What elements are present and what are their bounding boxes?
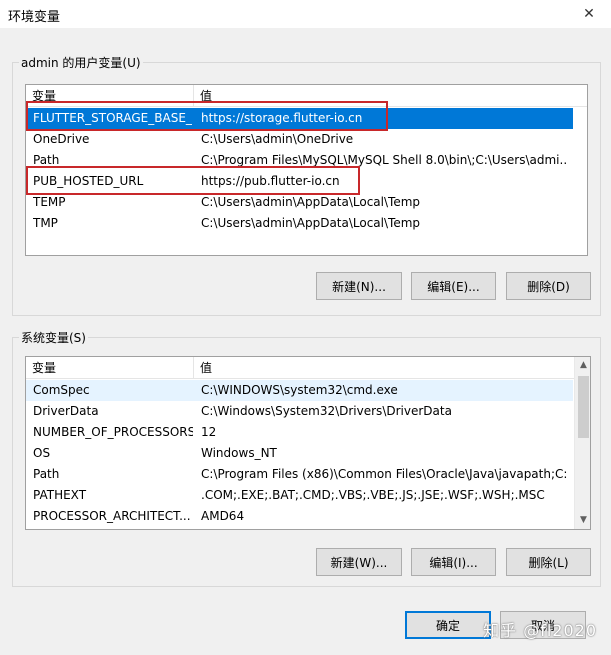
- table-row[interactable]: OneDrive C:\Users\admin\OneDrive: [26, 129, 573, 150]
- user-delete-button[interactable]: 删除(D): [506, 272, 591, 300]
- variable-value: .COM;.EXE;.BAT;.CMD;.VBS;.VBE;.JS;.JSE;.…: [201, 488, 545, 502]
- variable-value: C:\Program Files\MySQL\MySQL Shell 8.0\b…: [201, 153, 568, 167]
- table-row[interactable]: TEMP C:\Users\admin\AppData\Local\Temp: [26, 192, 573, 213]
- variable-value: 12: [201, 425, 217, 439]
- table-row[interactable]: NUMBER_OF_PROCESSORS 12: [26, 422, 573, 443]
- variable-name: TMP: [33, 216, 58, 230]
- table-row[interactable]: PROCESSOR_ARCHITECT... AMD64: [26, 506, 573, 527]
- variable-name: Path: [33, 467, 60, 481]
- variable-name: Path: [33, 153, 60, 167]
- list-header: 变量 值: [26, 357, 590, 379]
- title-bar: 环境变量 ✕: [0, 0, 611, 28]
- column-header-name[interactable]: 变量: [26, 357, 194, 379]
- system-delete-button[interactable]: 删除(L): [506, 548, 591, 576]
- variable-value: C:\Users\admin\AppData\Local\Temp: [201, 216, 421, 230]
- table-row[interactable]: OS Windows_NT: [26, 443, 573, 464]
- variable-name: NUMBER_OF_PROCESSORS: [33, 425, 193, 439]
- variable-name: DriverData: [33, 404, 99, 418]
- table-row[interactable]: TMP C:\Users\admin\AppData\Local\Temp: [26, 213, 573, 234]
- variable-value: https://pub.flutter-io.cn: [201, 174, 340, 188]
- system-vars-label: 系统变量(S): [19, 329, 88, 346]
- table-row[interactable]: PATHEXT .COM;.EXE;.BAT;.CMD;.VBS;.VBE;.JS…: [26, 485, 573, 506]
- variable-name: FLUTTER_STORAGE_BASE_...: [33, 111, 193, 125]
- user-vars-list[interactable]: 变量 值 FLUTTER_STORAGE_BASE_... https://sto…: [25, 84, 588, 256]
- column-header-value[interactable]: 值: [194, 85, 212, 107]
- variable-value: Windows_NT: [201, 446, 277, 460]
- list-header: 变量 值: [26, 85, 587, 107]
- variable-name: OneDrive: [33, 132, 90, 146]
- close-icon[interactable]: ✕: [567, 0, 611, 28]
- scroll-up-icon[interactable]: ▲: [575, 357, 590, 374]
- variable-value: C:\Users\admin\AppData\Local\Temp: [201, 195, 421, 209]
- watermark: 知乎 @fl2020: [483, 621, 597, 640]
- column-header-value[interactable]: 值: [194, 357, 212, 379]
- variable-value: https://storage.flutter-io.cn: [201, 111, 363, 125]
- user-new-button[interactable]: 新建(N)...: [316, 272, 402, 300]
- user-edit-button[interactable]: 编辑(E)...: [411, 272, 496, 300]
- variable-name: ComSpec: [33, 383, 90, 397]
- system-new-button[interactable]: 新建(W)...: [316, 548, 402, 576]
- column-header-name[interactable]: 变量: [26, 85, 194, 107]
- variable-name: OS: [33, 446, 51, 460]
- scrollbar-thumb[interactable]: [578, 376, 589, 438]
- table-row[interactable]: PUB_HOSTED_URL https://pub.flutter-io.cn: [26, 171, 573, 192]
- variable-name: TEMP: [33, 195, 66, 209]
- variable-value: AMD64: [201, 509, 245, 523]
- table-row[interactable]: FLUTTER_STORAGE_BASE_... https://storage.…: [26, 108, 573, 129]
- variable-name: PROCESSOR_ARCHITECT...: [33, 509, 191, 523]
- variable-value: C:\Windows\System32\Drivers\DriverData: [201, 404, 452, 418]
- variable-value: C:\Users\admin\OneDrive: [201, 132, 354, 146]
- variable-name: PUB_HOSTED_URL: [33, 174, 144, 188]
- ok-button[interactable]: 确定: [405, 611, 491, 639]
- table-row[interactable]: Path C:\Program Files\MySQL\MySQL Shell 8…: [26, 150, 573, 171]
- variable-name: PATHEXT: [33, 488, 87, 502]
- scroll-down-icon[interactable]: ▼: [575, 512, 590, 529]
- variable-value: C:\WINDOWS\system32\cmd.exe: [201, 383, 398, 397]
- system-vars-list[interactable]: 变量 值 ComSpec C:\WINDOWS\system32\cmd.exe D…: [25, 356, 591, 530]
- window-title: 环境变量: [8, 10, 61, 25]
- user-vars-label: admin 的用户变量(U): [19, 54, 143, 71]
- variable-value: C:\Program Files (x86)\Common Files\Orac…: [201, 467, 568, 481]
- system-vars-scrollbar[interactable]: ▲ ▼: [574, 357, 590, 529]
- system-edit-button[interactable]: 编辑(I)...: [411, 548, 496, 576]
- table-row[interactable]: ComSpec C:\WINDOWS\system32\cmd.exe: [26, 380, 573, 401]
- table-row[interactable]: DriverData C:\Windows\System32\Drivers\Dr…: [26, 401, 573, 422]
- table-row[interactable]: Path C:\Program Files (x86)\Common Files\…: [26, 464, 573, 485]
